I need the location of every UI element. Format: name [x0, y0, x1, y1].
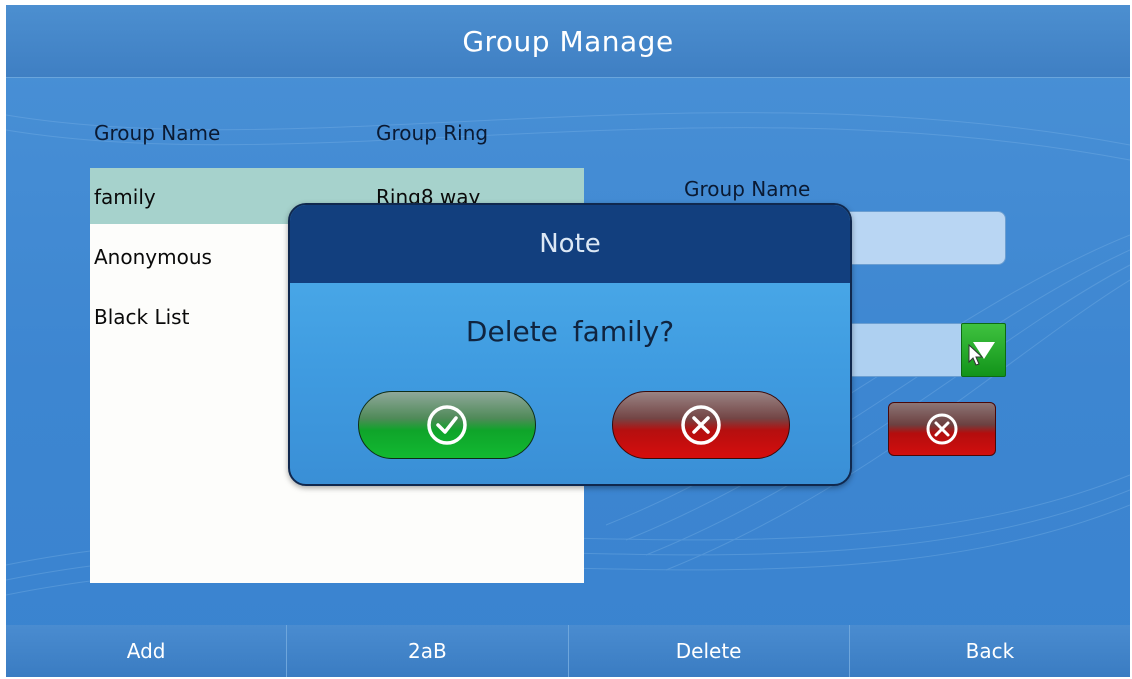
column-header-group-name: Group Name: [94, 121, 221, 145]
column-header-group-ring: Group Ring: [376, 121, 489, 145]
softkey-add[interactable]: Add: [6, 625, 288, 677]
phone-screen: Group Manage Group Name Group Ring famil…: [6, 5, 1130, 677]
dialog-title: Note: [539, 229, 601, 259]
dialog-message: Delete family?: [465, 315, 675, 348]
title-bar: Group Manage: [6, 5, 1130, 78]
list-item-name: Black List: [94, 305, 190, 329]
circle-x-icon: [681, 405, 721, 445]
confirm-button[interactable]: [358, 391, 536, 459]
circle-x-icon: [926, 413, 958, 445]
list-item-name: Anonymous: [94, 245, 212, 269]
cursor-icon: [968, 344, 984, 366]
cancel-button[interactable]: [612, 391, 790, 459]
softkey-back[interactable]: Back: [850, 625, 1130, 677]
softkey-delete[interactable]: Delete: [569, 625, 850, 677]
delete-confirm-dialog: Note Delete family?: [288, 203, 852, 486]
softkey-input-mode[interactable]: 2aB: [287, 625, 569, 677]
group-name-label: Group Name: [684, 177, 811, 201]
list-item-name: family: [94, 185, 156, 209]
page-title: Group Manage: [462, 24, 674, 58]
circle-check-icon: [427, 405, 467, 445]
softkey-bar: Add 2aB Delete Back: [6, 625, 1130, 677]
dropdown-button[interactable]: [961, 323, 1006, 377]
dialog-header: Note: [290, 205, 850, 283]
panel-cancel-button[interactable]: [888, 402, 996, 456]
